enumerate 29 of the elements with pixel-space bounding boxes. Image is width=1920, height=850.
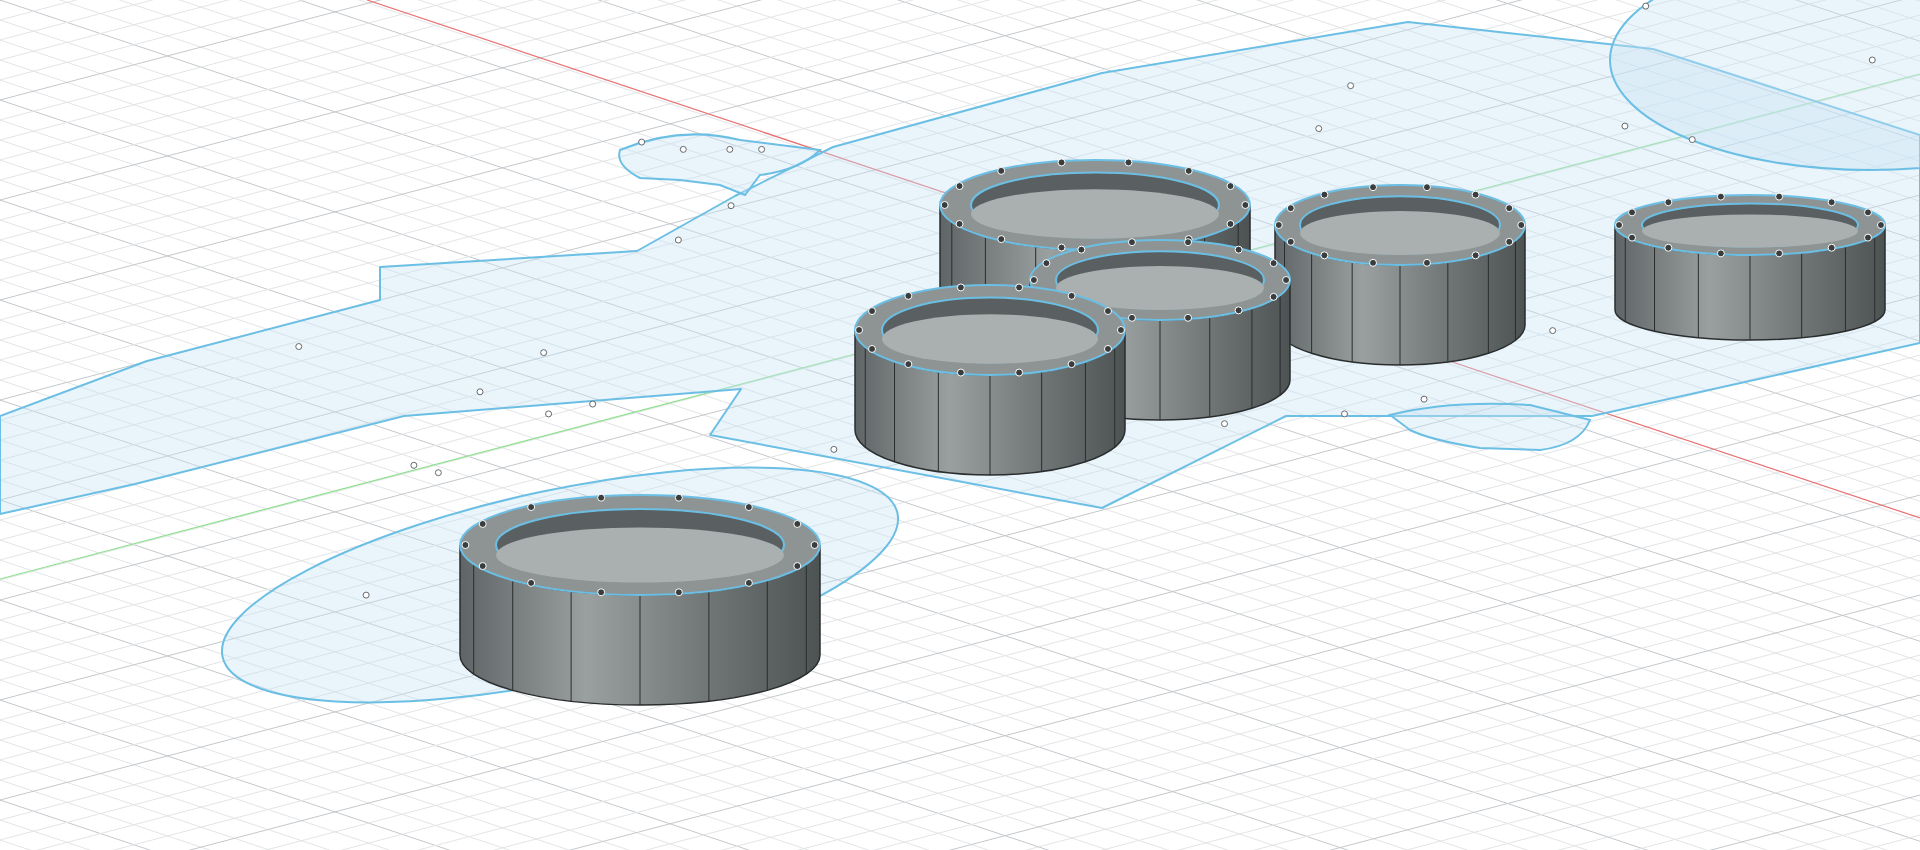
sketch-point[interactable] [1347,82,1355,90]
sketch-point[interactable] [410,461,418,469]
sketch-point[interactable] [830,445,838,453]
sketch-point[interactable] [434,469,442,477]
sketch-point[interactable] [1341,410,1348,418]
sketch-point[interactable] [1688,136,1696,144]
bone-extrusion-drawing[interactable] [221,466,899,706]
sketch-point[interactable] [1549,327,1557,335]
sketch-point[interactable] [362,591,370,599]
sketch-point[interactable] [758,145,766,153]
extruded-body[interactable] [1614,192,1886,341]
extruded-bodies-drawing[interactable] [854,158,1291,476]
sketch-point[interactable] [674,236,682,244]
sketch-point[interactable] [589,400,597,408]
sketch-point[interactable] [1420,395,1428,403]
sketch-point[interactable] [1621,122,1629,130]
sketch-point[interactable] [476,388,484,396]
sketch-point[interactable] [1221,420,1228,428]
sketch-point[interactable] [545,410,553,418]
sketch-point[interactable] [638,138,646,146]
extruded-body[interactable] [1274,183,1526,366]
sketch-point[interactable] [540,349,548,357]
sketch-point[interactable] [727,202,735,210]
sketch-point[interactable] [1642,2,1650,10]
sketch-point[interactable] [1868,56,1876,64]
sketch-point[interactable] [679,145,687,153]
sketch-point[interactable] [1315,125,1323,133]
sketch-point[interactable] [726,145,734,153]
sketch-point[interactable] [295,343,303,351]
